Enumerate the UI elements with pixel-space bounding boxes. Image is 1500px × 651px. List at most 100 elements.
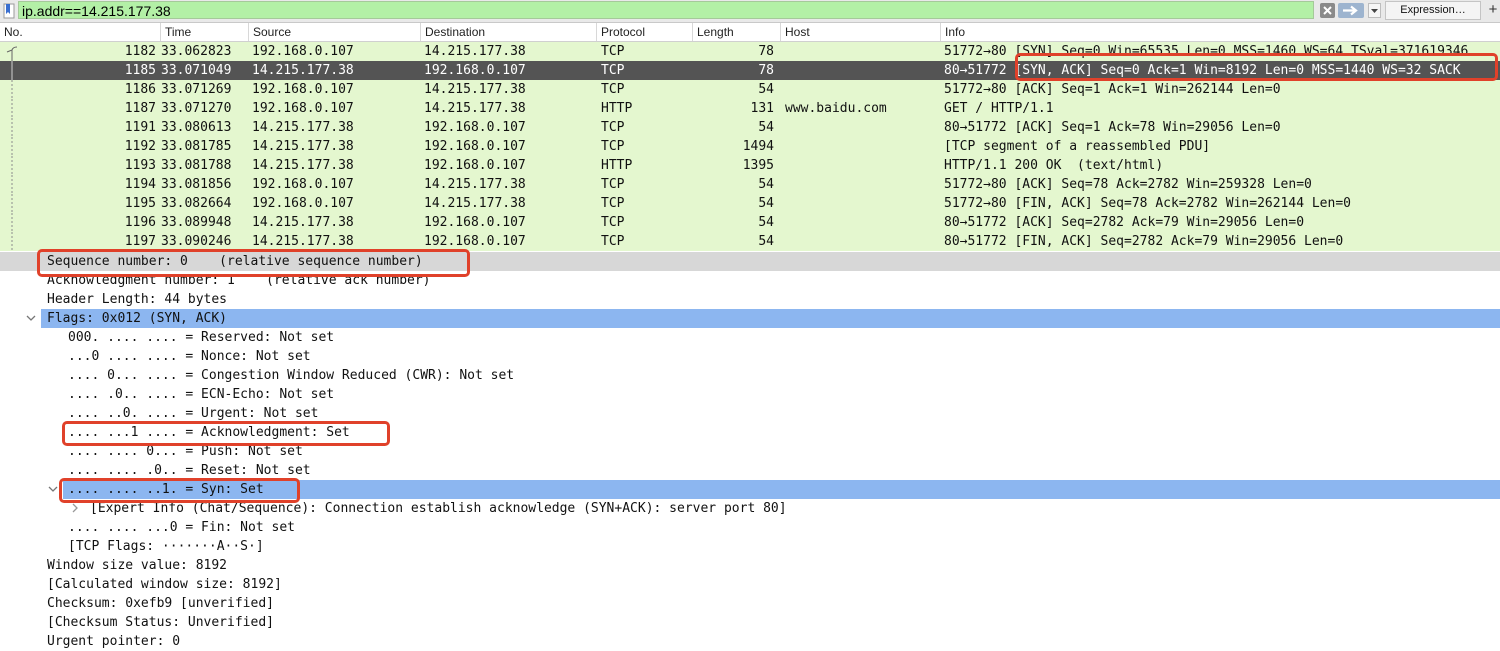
chevron-down-icon	[1371, 9, 1378, 13]
chevron-down-icon[interactable]	[48, 484, 58, 494]
packet-destination: 14.215.177.38	[424, 44, 526, 59]
chevron-down-icon[interactable]	[26, 313, 36, 323]
packet-destination: 192.168.0.107	[424, 215, 526, 230]
packet-row[interactable]: 1195 33.082664 192.168.0.107 14.215.177.…	[0, 194, 1500, 213]
conversation-link-icon	[11, 61, 13, 80]
packet-protocol: TCP	[601, 215, 625, 230]
bookmark-icon[interactable]	[3, 3, 15, 19]
column-header-no[interactable]: No.	[0, 23, 160, 41]
packet-info: 51772→80 [FIN, ACK] Seq=78 Ack=2782 Win=…	[944, 196, 1351, 211]
packet-protocol: TCP	[601, 139, 625, 154]
detail-row-window-size[interactable]: Window size value: 8192	[0, 556, 1500, 575]
packet-row[interactable]: 1193 33.081788 14.215.177.38 192.168.0.1…	[0, 156, 1500, 175]
expression-button[interactable]: Expression…	[1385, 1, 1481, 20]
packet-no: 1186	[124, 82, 156, 97]
column-header-host[interactable]: Host	[780, 23, 940, 41]
packet-time: 33.081785	[161, 139, 232, 154]
packet-protocol: HTTP	[601, 158, 633, 173]
packet-source: 14.215.177.38	[252, 120, 354, 135]
packet-length: 54	[758, 120, 774, 135]
packet-no: 1193	[124, 158, 156, 173]
packet-length: 131	[750, 101, 774, 116]
packet-source: 192.168.0.107	[252, 82, 354, 97]
column-header-time[interactable]: Time	[160, 23, 248, 41]
packet-no: 1187	[124, 101, 156, 116]
packet-protocol: TCP	[601, 82, 625, 97]
conversation-line-icon	[11, 156, 13, 175]
detail-row-flag-fin[interactable]: .... .... ...0 = Fin: Not set	[0, 518, 1500, 537]
packet-destination: 14.215.177.38	[424, 196, 526, 211]
detail-row-calculated-window[interactable]: [Calculated window size: 8192]	[0, 575, 1500, 594]
display-filter-input[interactable]: ip.addr==14.215.177.38	[18, 1, 1314, 19]
detail-row-urgent-pointer[interactable]: Urgent pointer: 0	[0, 632, 1500, 651]
detail-row-flag-cwr[interactable]: .... 0... .... = Congestion Window Reduc…	[0, 366, 1500, 385]
detail-row-flag-ecn-echo[interactable]: .... .0.. .... = ECN-Echo: Not set	[0, 385, 1500, 404]
packet-row[interactable]: 1186 33.071269 192.168.0.107 14.215.177.…	[0, 80, 1500, 99]
column-header-source[interactable]: Source	[248, 23, 420, 41]
packet-protocol: HTTP	[601, 101, 633, 116]
packet-info: 51772→80 [ACK] Seq=1 Ack=1 Win=262144 Le…	[944, 82, 1281, 97]
clear-filter-button[interactable]	[1320, 3, 1335, 18]
packet-destination: 192.168.0.107	[424, 158, 526, 173]
packet-host: www.baidu.com	[785, 101, 887, 116]
column-header-length[interactable]: Length	[692, 23, 780, 41]
detail-row-flags[interactable]: Flags: 0x012 (SYN, ACK)	[0, 309, 1500, 328]
packet-info: 80→51772 [ACK] Seq=2782 Ack=79 Win=29056…	[944, 215, 1305, 230]
packet-row[interactable]: 1196 33.089948 14.215.177.38 192.168.0.1…	[0, 213, 1500, 232]
detail-row-tcp-flags[interactable]: [TCP Flags: ·······A··S·]	[0, 537, 1500, 556]
packet-info: GET / HTTP/1.1	[944, 101, 1054, 116]
conversation-line-icon	[11, 232, 13, 251]
packet-protocol: TCP	[601, 234, 625, 249]
packet-host	[785, 232, 939, 251]
detail-row-flag-reserved[interactable]: 000. .... .... = Reserved: Not set	[0, 328, 1500, 347]
packet-length: 54	[758, 234, 774, 249]
packet-length: 54	[758, 215, 774, 230]
packet-source: 192.168.0.107	[252, 177, 354, 192]
packet-row[interactable]: 1191 33.080613 14.215.177.38 192.168.0.1…	[0, 118, 1500, 137]
recent-filters-dropdown[interactable]	[1368, 3, 1381, 18]
apply-filter-button[interactable]	[1338, 3, 1364, 18]
display-filter-toolbar: ip.addr==14.215.177.38 Expression… +	[0, 0, 1500, 23]
packet-row[interactable]: 1194 33.081856 192.168.0.107 14.215.177.…	[0, 175, 1500, 194]
packet-host	[785, 137, 939, 156]
packet-time: 33.071049	[161, 63, 232, 78]
packet-info: 80→51772 [FIN, ACK] Seq=2782 Ack=79 Win=…	[944, 234, 1344, 249]
detail-row-checksum[interactable]: Checksum: 0xefb9 [unverified]	[0, 594, 1500, 613]
column-header-destination[interactable]: Destination	[420, 23, 596, 41]
column-header-protocol[interactable]: Protocol	[596, 23, 692, 41]
packet-details-pane: Sequence number: 0 (relative sequence nu…	[0, 252, 1500, 649]
packet-protocol: TCP	[601, 196, 625, 211]
packet-time: 33.081788	[161, 158, 232, 173]
packet-protocol: TCP	[601, 63, 625, 78]
packet-destination: 14.215.177.38	[424, 82, 526, 97]
packet-info: 80→51772 [ACK] Seq=1 Ack=78 Win=29056 Le…	[944, 120, 1281, 135]
packet-host	[785, 156, 939, 175]
packet-destination: 192.168.0.107	[424, 63, 526, 78]
detail-row-flag-nonce[interactable]: ...0 .... .... = Nonce: Not set	[0, 347, 1500, 366]
packet-host	[785, 80, 939, 99]
packet-length: 1494	[742, 139, 774, 154]
conversation-line-icon	[11, 137, 13, 156]
packet-length: 54	[758, 82, 774, 97]
packet-time: 33.062823	[161, 44, 232, 59]
add-filter-button[interactable]: +	[1486, 1, 1500, 20]
detail-row-checksum-status[interactable]: [Checksum Status: Unverified]	[0, 613, 1500, 632]
packet-list-header: No. Time Source Destination Protocol Len…	[0, 23, 1500, 42]
column-header-info[interactable]: Info	[940, 23, 1500, 41]
packet-row[interactable]: 1192 33.081785 14.215.177.38 192.168.0.1…	[0, 137, 1500, 156]
packet-no: 1194	[124, 177, 156, 192]
detail-row-header-length[interactable]: Header Length: 44 bytes	[0, 290, 1500, 309]
conversation-line-icon	[11, 99, 13, 118]
arrow-right-icon	[1343, 5, 1358, 16]
packet-protocol: TCP	[601, 120, 625, 135]
packet-time: 33.089948	[161, 215, 232, 230]
conversation-line-icon	[11, 175, 13, 194]
annotation-box-syn-flag	[59, 478, 300, 503]
packet-length: 54	[758, 196, 774, 211]
packet-row[interactable]: 1187 33.071270 192.168.0.107 14.215.177.…	[0, 99, 1500, 118]
packet-source: 14.215.177.38	[252, 158, 354, 173]
flags-highlight	[41, 309, 1500, 328]
packet-time: 33.080613	[161, 120, 232, 135]
chevron-right-icon[interactable]	[70, 503, 80, 513]
packet-time: 33.082664	[161, 196, 232, 211]
